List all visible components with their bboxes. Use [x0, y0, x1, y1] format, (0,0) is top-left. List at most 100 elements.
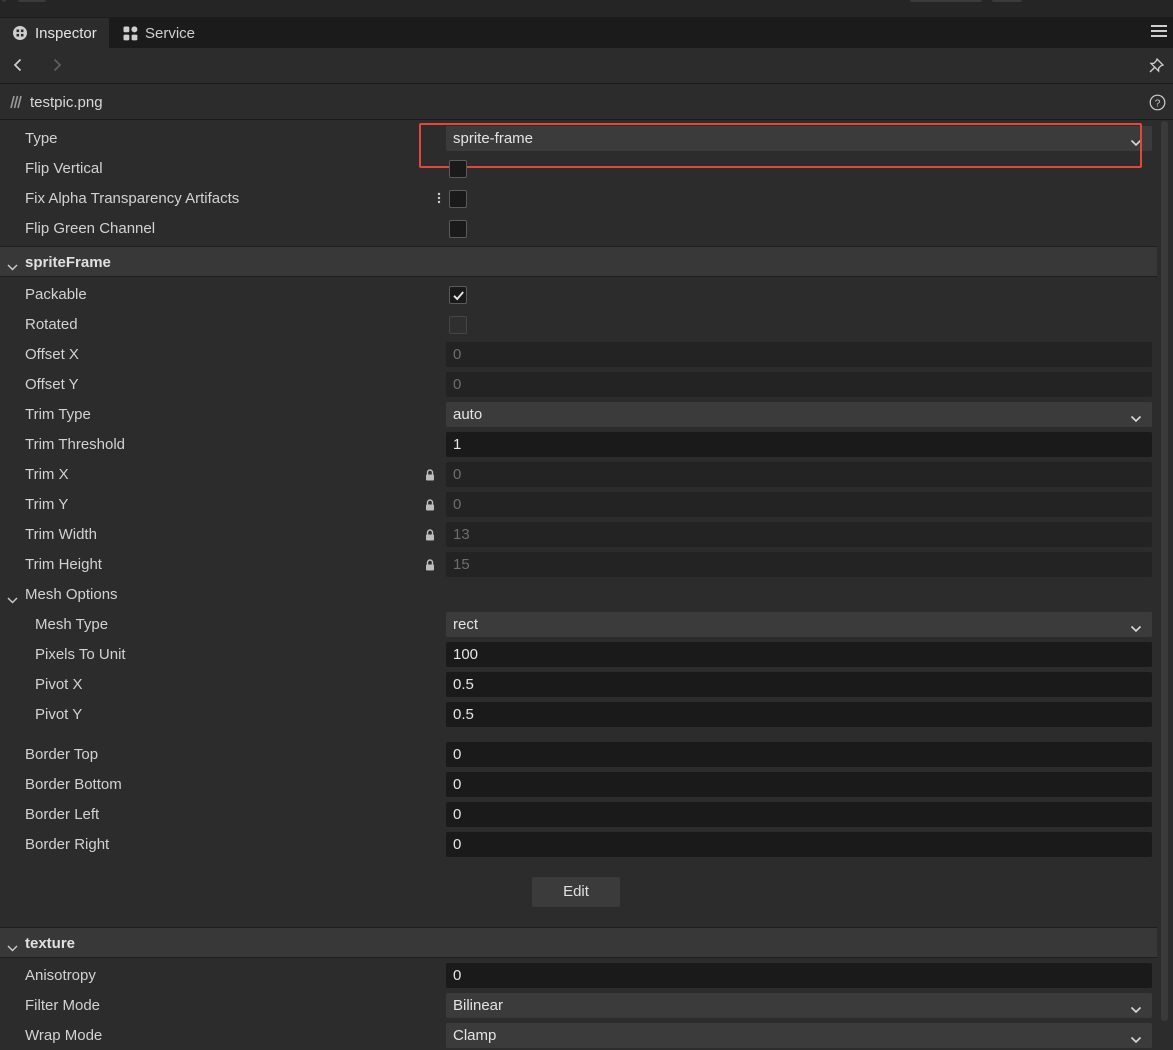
border-top-input[interactable]: 0 [446, 742, 1152, 767]
rotated-checkbox[interactable] [449, 316, 467, 334]
pin-icon[interactable] [1148, 57, 1165, 78]
more-options-icon[interactable] [437, 191, 441, 209]
pivot-x-input[interactable]: 0.5 [446, 672, 1152, 697]
border-left-label: Border Left [25, 806, 100, 823]
trim-threshold-label: Trim Threshold [25, 436, 126, 453]
vertical-scrollbar[interactable] [1161, 121, 1168, 1021]
mesh-options-title: Mesh Options [25, 586, 118, 603]
asset-name: testpic.png [30, 94, 103, 111]
section-title: spriteFrame [25, 254, 111, 271]
property-row-border-left: Border Left 0 [0, 800, 1157, 830]
chevron-down-icon [1130, 1001, 1142, 1018]
property-row-trim-y: Trim Y 0 [0, 490, 1157, 520]
pivot-y-input[interactable]: 0.5 [446, 702, 1152, 727]
chevron-down-icon [7, 258, 18, 275]
property-row-type: Type sprite-frame [0, 124, 1157, 154]
property-row-fix-alpha: Fix Alpha Transparency Artifacts [0, 184, 1157, 214]
anisotropy-input[interactable]: 0 [446, 963, 1152, 988]
trim-y-label: Trim Y [25, 496, 69, 513]
property-row-trim-type: Trim Type auto [0, 400, 1157, 430]
property-row-pivot-y: Pivot Y 0.5 [0, 700, 1157, 730]
back-arrow-icon[interactable] [10, 57, 26, 77]
fix-alpha-checkbox[interactable] [449, 190, 467, 208]
tab-service[interactable]: Service [111, 18, 209, 48]
panel-tab-bar: Inspector Service [0, 18, 1173, 48]
property-row-flip-vertical: Flip Vertical [0, 154, 1157, 184]
inspector-icon [12, 25, 28, 41]
tab-label: Service [145, 24, 196, 42]
property-row-anisotropy: Anisotropy 0 [0, 961, 1157, 991]
mesh-options-header[interactable]: Mesh Options [0, 580, 1157, 610]
lock-icon [425, 468, 435, 485]
mesh-type-select[interactable]: rect [446, 612, 1152, 637]
offset-y-label: Offset Y [25, 376, 79, 393]
border-bottom-input[interactable]: 0 [446, 772, 1152, 797]
trim-type-select[interactable]: auto [446, 402, 1152, 427]
filter-mode-label: Filter Mode [25, 997, 101, 1014]
chevron-down-icon [1130, 1031, 1142, 1048]
border-left-input[interactable]: 0 [446, 802, 1152, 827]
property-row-flip-green: Flip Green Channel [0, 214, 1157, 244]
filter-mode-value: Bilinear [453, 997, 504, 1014]
property-row-trim-width: Trim Width 13 [0, 520, 1157, 550]
top-strip-control [992, 0, 1022, 2]
border-bottom-label: Border Bottom [25, 776, 122, 793]
flip-green-checkbox[interactable] [449, 220, 467, 238]
tab-inspector[interactable]: Inspector [0, 18, 109, 48]
help-icon[interactable]: ? [1149, 94, 1166, 115]
trim-threshold-input[interactable]: 1 [446, 432, 1152, 457]
navigation-bar [0, 48, 1173, 84]
property-row-rotated: Rotated [0, 310, 1157, 340]
trim-x-input[interactable]: 0 [446, 462, 1152, 487]
border-top-label: Border Top [25, 746, 99, 763]
border-right-input[interactable]: 0 [446, 832, 1152, 857]
trim-y-input[interactable]: 0 [446, 492, 1152, 517]
forward-arrow-icon[interactable] [49, 57, 65, 77]
pixels-to-unit-input[interactable]: 100 [446, 642, 1152, 667]
property-row-trim-height: Trim Height 15 [0, 550, 1157, 580]
svg-text:?: ? [1155, 99, 1161, 110]
image-file-icon [8, 95, 22, 113]
edit-button[interactable]: Edit [532, 877, 620, 907]
trim-width-input[interactable]: 13 [446, 522, 1152, 547]
tab-label: Inspector [35, 24, 97, 42]
flip-vertical-checkbox[interactable] [449, 160, 467, 178]
property-row-pivot-x: Pivot X 0.5 [0, 670, 1157, 700]
top-strip-control [2, 0, 6, 2]
property-row-trim-x: Trim X 0 [0, 460, 1157, 490]
wrap-mode-select[interactable]: Clamp [446, 1023, 1152, 1048]
packable-checkbox[interactable] [449, 286, 467, 304]
pivot-y-label: Pivot Y [35, 706, 83, 723]
fix-alpha-label: Fix Alpha Transparency Artifacts [25, 190, 240, 207]
property-row-mesh-type: Mesh Type rect [0, 610, 1157, 640]
grid-icon [123, 25, 138, 41]
offset-x-input[interactable]: 0 [446, 342, 1152, 367]
property-row-trim-threshold: Trim Threshold 1 [0, 430, 1157, 460]
mesh-type-label: Mesh Type [35, 616, 109, 633]
chevron-down-icon [1130, 410, 1142, 427]
offset-y-input[interactable]: 0 [446, 372, 1152, 397]
rotated-label: Rotated [25, 316, 78, 333]
asset-header: testpic.png ? [0, 85, 1173, 120]
offset-x-label: Offset X [25, 346, 79, 363]
border-right-label: Border Right [25, 836, 110, 853]
property-row-border-right: Border Right 0 [0, 830, 1157, 860]
section-title: texture [25, 935, 76, 952]
chevron-down-icon [7, 939, 18, 956]
lock-icon [425, 498, 435, 515]
filter-mode-select[interactable]: Bilinear [446, 993, 1152, 1018]
packable-label: Packable [25, 286, 87, 303]
chevron-down-icon [1130, 134, 1142, 151]
property-row-filter-mode: Filter Mode Bilinear [0, 991, 1157, 1021]
lock-icon [425, 558, 435, 575]
anisotropy-label: Anisotropy [25, 967, 96, 984]
section-header-texture[interactable]: texture [0, 927, 1157, 958]
trim-height-input[interactable]: 15 [446, 552, 1152, 577]
window-top-strip [0, 0, 1173, 18]
wrap-mode-label: Wrap Mode [25, 1027, 103, 1044]
section-header-spriteframe[interactable]: spriteFrame [0, 246, 1157, 277]
property-row-border-bottom: Border Bottom 0 [0, 770, 1157, 800]
property-row-offset-x: Offset X 0 [0, 340, 1157, 370]
hamburger-menu-icon[interactable] [1151, 24, 1167, 42]
type-select[interactable]: sprite-frame [446, 126, 1152, 151]
